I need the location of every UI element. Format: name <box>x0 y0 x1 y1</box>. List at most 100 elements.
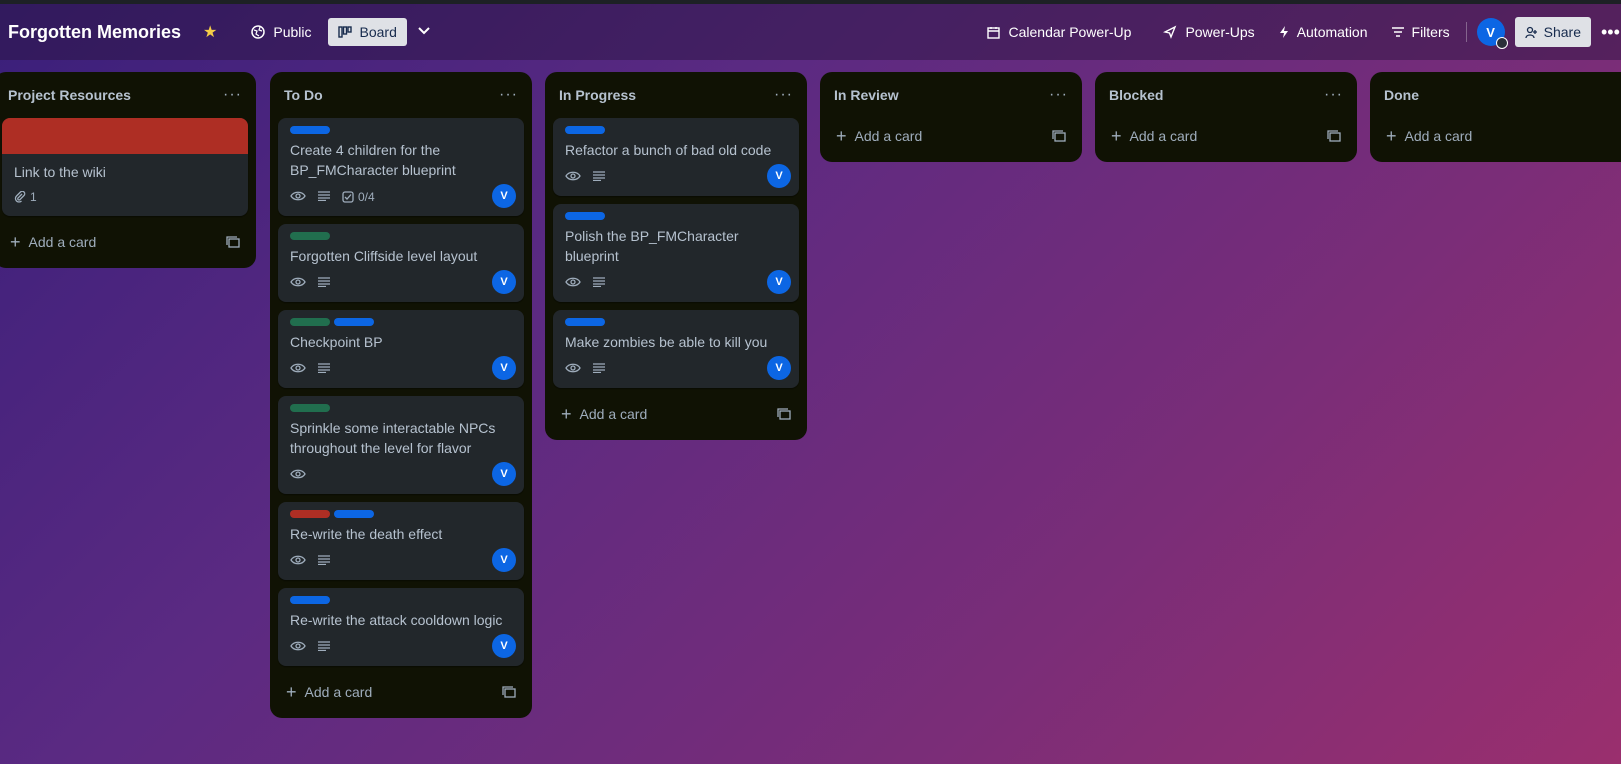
label-red[interactable] <box>290 510 330 518</box>
add-card-label: Add a card <box>304 684 373 700</box>
label-green[interactable] <box>290 404 330 412</box>
member-avatar[interactable]: V <box>492 270 516 294</box>
add-card-button[interactable]: + Add a card <box>1111 126 1197 147</box>
template-icon[interactable] <box>502 686 516 698</box>
list-title[interactable]: To Do <box>284 87 323 103</box>
member-avatar[interactable]: V <box>1476 18 1508 49</box>
member-avatar[interactable]: V <box>492 184 516 208</box>
label-blue[interactable] <box>334 510 374 518</box>
card-title: Polish the BP_FMCharacter blueprint <box>565 228 739 264</box>
list-menu-icon[interactable]: ··· <box>499 86 518 104</box>
card[interactable]: Re-write the death effect V <box>278 502 524 580</box>
list-header: Blocked ··· <box>1103 72 1349 118</box>
list-menu-icon[interactable]: ··· <box>774 86 793 104</box>
board-view-button[interactable]: Board <box>327 18 407 46</box>
card-badges <box>290 272 512 294</box>
card-labels <box>290 318 512 326</box>
member-avatar[interactable]: V <box>767 164 791 188</box>
add-card-button[interactable]: + Add a card <box>10 232 96 253</box>
card-badges <box>290 464 512 486</box>
label-blue[interactable] <box>565 318 605 326</box>
card[interactable]: Link to the wiki 1 <box>2 118 248 216</box>
list-menu-icon[interactable]: ··· <box>223 86 242 104</box>
eye-icon <box>290 362 306 377</box>
filters-button[interactable]: Filters <box>1382 18 1460 46</box>
list-title[interactable]: Done <box>1384 87 1419 103</box>
label-blue[interactable] <box>565 212 605 220</box>
card[interactable]: Polish the BP_FMCharacter blueprint V <box>553 204 799 302</box>
description-icon <box>593 276 605 290</box>
description-icon <box>318 554 330 568</box>
label-blue[interactable] <box>334 318 374 326</box>
member-avatar[interactable]: V <box>492 462 516 486</box>
template-icon[interactable] <box>777 408 791 420</box>
visibility-button[interactable]: Public <box>241 18 321 46</box>
share-button[interactable]: Share <box>1514 17 1591 47</box>
automation-button[interactable]: Automation <box>1269 18 1378 46</box>
card-title: Refactor a bunch of bad old code <box>565 142 772 158</box>
powerups-button[interactable]: Power-Ups <box>1153 18 1264 46</box>
board-title[interactable]: Forgotten Memories <box>8 22 181 43</box>
member-avatar[interactable]: V <box>492 548 516 572</box>
list-title[interactable]: Project Resources <box>8 87 131 103</box>
label-green[interactable] <box>290 232 330 240</box>
attachment-count: 1 <box>30 190 37 204</box>
member-avatar[interactable]: V <box>492 634 516 658</box>
list-header: In Progress ··· <box>553 72 799 118</box>
eye-icon <box>290 468 306 483</box>
card[interactable]: Re-write the attack cooldown logic V <box>278 588 524 666</box>
template-icon[interactable] <box>1052 130 1066 142</box>
member-avatar[interactable]: V <box>767 356 791 380</box>
board-view-label: Board <box>359 24 397 40</box>
label-blue[interactable] <box>290 126 330 134</box>
card[interactable]: Create 4 children for the BP_FMCharacter… <box>278 118 524 216</box>
card-labels <box>565 212 787 220</box>
description-icon <box>593 362 605 376</box>
card-cover <box>2 118 248 154</box>
add-card-row: + Add a card <box>553 396 799 432</box>
member-avatar[interactable]: V <box>767 270 791 294</box>
card-title: Re-write the death effect <box>290 526 443 542</box>
card-labels <box>290 126 512 134</box>
chevron-down-icon[interactable] <box>417 23 431 41</box>
more-options-icon[interactable]: ••• <box>1601 22 1621 43</box>
card[interactable]: Sprinkle some interactable NPCs througho… <box>278 396 524 494</box>
star-icon[interactable]: ★ <box>203 22 217 42</box>
label-green[interactable] <box>290 318 330 326</box>
card[interactable]: Checkpoint BP V <box>278 310 524 388</box>
filters-label: Filters <box>1411 24 1450 40</box>
card-title: Link to the wiki <box>14 164 106 180</box>
plus-icon: + <box>286 681 297 702</box>
card-labels <box>565 318 787 326</box>
card[interactable]: Forgotten Cliffside level layout V <box>278 224 524 302</box>
member-avatar[interactable]: V <box>492 356 516 380</box>
add-card-button[interactable]: + Add a card <box>561 404 647 425</box>
list-title[interactable]: Blocked <box>1109 87 1163 103</box>
add-card-row: + Add a card <box>1378 118 1613 154</box>
add-card-button[interactable]: + Add a card <box>1386 126 1472 147</box>
list-title[interactable]: In Review <box>834 87 899 103</box>
list-menu-icon[interactable]: ··· <box>1324 86 1343 104</box>
add-card-button[interactable]: + Add a card <box>836 126 922 147</box>
checklist-badge: 0/4 <box>342 190 375 204</box>
list-done: Done + Add a card <box>1370 72 1621 162</box>
add-card-label: Add a card <box>854 128 923 144</box>
header-actions: Calendar Power-Up Power-Ups Automation F… <box>977 4 1621 60</box>
template-icon[interactable] <box>226 236 240 248</box>
calendar-powerup-button[interactable]: Calendar Power-Up <box>977 18 1141 46</box>
list-menu-icon[interactable]: ··· <box>1049 86 1068 104</box>
template-icon[interactable] <box>1327 130 1341 142</box>
card-labels <box>565 126 787 134</box>
add-card-button[interactable]: + Add a card <box>286 682 372 703</box>
list-in-review: In Review ··· + Add a card <box>820 72 1082 162</box>
plus-icon: + <box>1111 125 1122 146</box>
list-title[interactable]: In Progress <box>559 87 636 103</box>
add-card-label: Add a card <box>1404 128 1473 144</box>
card-title: Checkpoint BP <box>290 334 383 350</box>
label-blue[interactable] <box>290 596 330 604</box>
card[interactable]: Make zombies be able to kill you V <box>553 310 799 388</box>
label-blue[interactable] <box>565 126 605 134</box>
card[interactable]: Refactor a bunch of bad old code V <box>553 118 799 196</box>
description-icon <box>318 640 330 654</box>
calendar-powerup-label: Calendar Power-Up <box>1008 24 1132 40</box>
